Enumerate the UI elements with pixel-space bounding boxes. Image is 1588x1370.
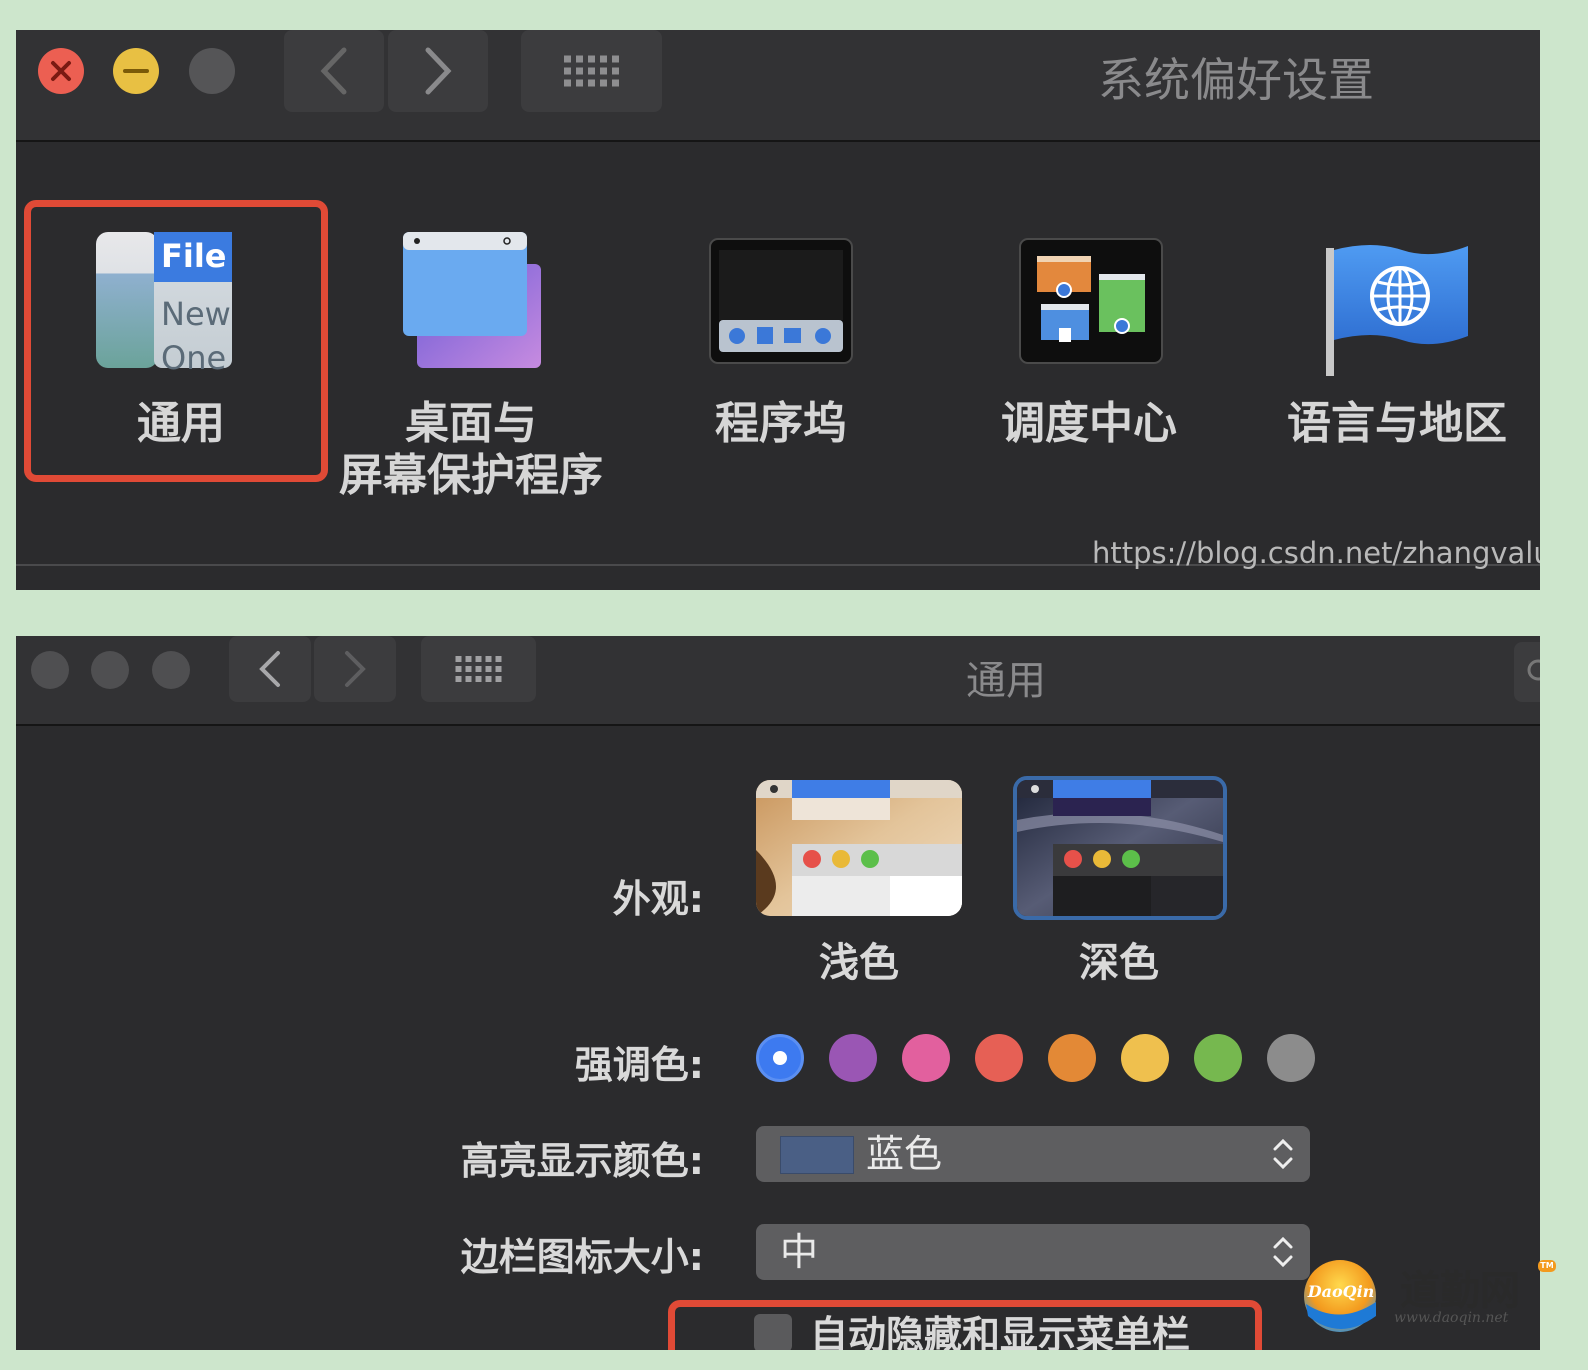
zoom-button[interactable] [189, 48, 235, 94]
theme-dark-label: 深色 [1079, 940, 1159, 986]
daoqin-badge-text: DaoQin [1307, 1282, 1375, 1301]
search-field[interactable] [1514, 642, 1540, 702]
grid-icon [564, 55, 619, 87]
daoqin-site-text: www.daoqin.net [1394, 1310, 1509, 1326]
chevron-left-icon [320, 47, 347, 95]
watermark-url: https://blog.csdn.net/zhangvalue [1092, 536, 1540, 570]
back-button[interactable] [284, 30, 384, 112]
zoom-button[interactable] [152, 651, 190, 689]
mission-control-icon [1019, 238, 1163, 364]
accent-color-swatch[interactable] [902, 1034, 950, 1082]
close-button[interactable] [38, 48, 84, 94]
menubar-autohide-checkbox[interactable] [754, 1314, 792, 1350]
minimize-button[interactable] [91, 651, 129, 689]
dock-icon [709, 238, 853, 364]
chevron-left-icon [259, 651, 280, 687]
trademark-badge: TM [1540, 1261, 1554, 1270]
minimize-icon [123, 69, 149, 73]
sidebar-icon-size-select[interactable]: 中 [756, 1224, 1310, 1280]
theme-dark-option[interactable] [1013, 776, 1227, 920]
close-button[interactable] [31, 651, 69, 689]
show-all-button[interactable] [421, 636, 536, 702]
grid-icon [455, 656, 502, 682]
daoqin-brand-text: 道勤网 [1400, 1268, 1520, 1314]
desktop-screensaver-icon [403, 232, 541, 368]
title-bar: 系统偏好设置 [16, 30, 1540, 142]
highlight-color-value: 蓝色 [866, 1132, 943, 1176]
general-highlight-frame [24, 200, 328, 482]
selected-dot-icon [773, 1051, 787, 1065]
pref-dock-label: 程序坞 [715, 398, 847, 449]
minimize-button[interactable] [113, 48, 159, 94]
accent-color-swatch[interactable] [1267, 1034, 1315, 1082]
highlight-color-label: 高亮显示颜色: [460, 1139, 704, 1183]
chevron-right-icon [345, 651, 366, 687]
dark-theme-preview-icon [1017, 780, 1223, 916]
accent-color-swatch[interactable] [829, 1034, 877, 1082]
accent-color-swatch[interactable] [1194, 1034, 1242, 1082]
close-icon [51, 61, 71, 81]
up-down-chevron-icon [1273, 1138, 1293, 1170]
theme-light-label: 浅色 [819, 940, 899, 986]
language-region-icon [1326, 245, 1468, 376]
daoqin-watermark: DaoQin 道勤网 www.daoqin.net TM [1302, 1256, 1558, 1340]
highlight-color-select[interactable]: 蓝色 [756, 1126, 1310, 1182]
chevron-right-icon [425, 47, 452, 95]
system-preferences-window: 系统偏好设置 File New One 通用 桌面与 屏幕保护程序 程序坞 调度… [16, 30, 1540, 590]
accent-color-swatch[interactable] [1121, 1034, 1169, 1082]
appearance-label: 外观: [612, 877, 704, 921]
pref-dock[interactable]: 程序坞 [636, 230, 926, 480]
pref-language-region-label: 语言与地区 [1287, 398, 1507, 449]
show-all-button[interactable] [521, 30, 662, 112]
window-title: 系统偏好设置 [1098, 53, 1374, 107]
search-icon [1527, 659, 1540, 681]
forward-button[interactable] [314, 636, 396, 702]
pref-desktop-screensaver[interactable]: 桌面与 屏幕保护程序 [326, 230, 616, 530]
up-down-chevron-icon [1273, 1236, 1293, 1268]
theme-light-option[interactable] [756, 780, 962, 916]
back-button[interactable] [229, 636, 311, 702]
accent-color-swatch[interactable] [756, 1034, 804, 1082]
highlight-color-swatch [780, 1136, 854, 1174]
general-preferences-window: 通用 外观: 浅色 深色 强调色: 高亮显示颜色: 蓝色 边栏图标大小: 中 自… [16, 636, 1540, 1350]
title-bar: 通用 [16, 636, 1540, 726]
sidebar-icon-size-value: 中 [780, 1230, 819, 1274]
accent-color-label: 强调色: [574, 1043, 704, 1087]
accent-color-swatch[interactable] [975, 1034, 1023, 1082]
light-theme-preview-icon [756, 780, 962, 916]
forward-button[interactable] [388, 30, 488, 112]
pref-mission-control-label: 调度中心 [1001, 398, 1177, 449]
pref-mission-control[interactable]: 调度中心 [944, 230, 1234, 480]
menubar-autohide-label: 自动隐藏和显示菜单栏 [810, 1313, 1191, 1350]
window-title: 通用 [966, 658, 1046, 704]
pref-desktop-screensaver-label: 桌面与 屏幕保护程序 [339, 398, 603, 501]
sidebar-icon-size-label: 边栏图标大小: [460, 1235, 704, 1279]
pref-language-region[interactable]: 语言与地区 [1252, 230, 1540, 480]
accent-color-swatch[interactable] [1048, 1034, 1096, 1082]
